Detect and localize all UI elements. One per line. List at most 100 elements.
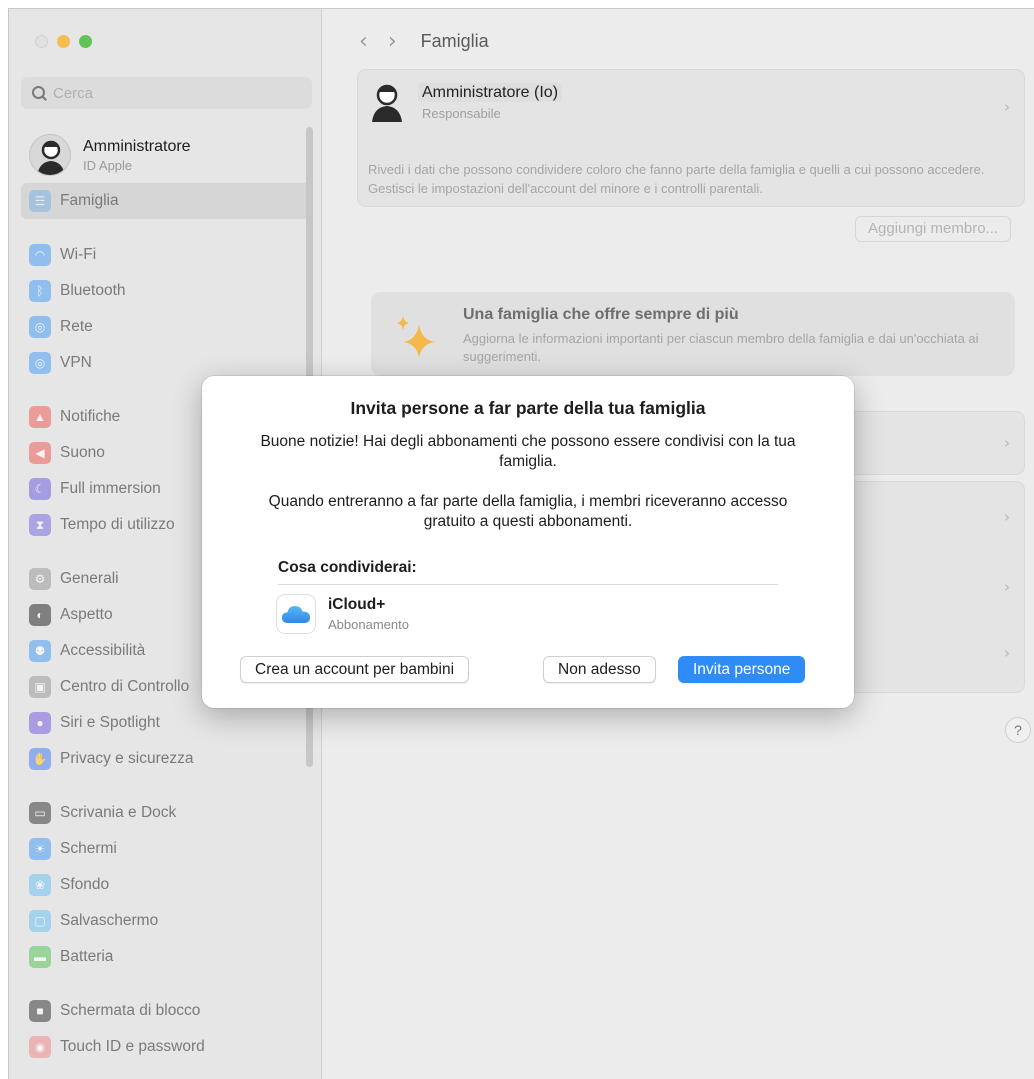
wallpaper-icon: ❀ — [29, 874, 51, 896]
chevron-right-icon[interactable]: › — [1004, 644, 1010, 662]
sidebar-item-privacy-e-sicurezza[interactable]: ✋ Privacy e sicurezza — [21, 741, 311, 777]
toolbar: ‹ › Famiglia — [323, 23, 489, 59]
sidebar-item-label: Schermata di blocco — [60, 1002, 201, 1019]
traffic-lights — [35, 35, 92, 48]
add-member-button[interactable]: Aggiungi membro... — [855, 216, 1012, 242]
chevron-right-icon[interactable]: › — [1004, 508, 1010, 526]
account-subtitle: ID Apple — [83, 157, 133, 173]
search-input[interactable] — [53, 84, 293, 102]
subscription-type: Abbonamento — [328, 617, 409, 632]
fingerprint-icon: ◉ — [29, 1036, 51, 1058]
minimize-window-button[interactable] — [57, 35, 70, 48]
page-title: Famiglia — [420, 30, 489, 51]
sidebar-item-label: Wi-Fi — [60, 246, 97, 263]
back-chevron-icon[interactable]: ‹ — [359, 29, 368, 54]
sidebar-item-schermi[interactable]: ☀ Schermi — [21, 831, 311, 867]
sidebar-item-salvaschermo[interactable]: ▢ Salvaschermo — [21, 903, 311, 939]
dialog-paragraph: Buone notizie! Hai degli abbonamenti che… — [260, 433, 796, 470]
sidebar-item-label: Siri e Spotlight — [60, 714, 160, 731]
sidebar-item-label: Aspetto — [60, 606, 113, 623]
dialog-title: Invita persone a far parte della tua fam… — [350, 398, 706, 418]
chevron-right-icon[interactable]: › — [1004, 578, 1010, 596]
sidebar-item-label: Generali — [60, 570, 119, 587]
promo-title: Una famiglia che offre sempre di più — [463, 306, 739, 323]
hourglass-icon: ⧗ — [29, 514, 51, 536]
promo-banner[interactable]: Una famiglia che offre sempre di più Agg… — [371, 292, 1015, 376]
sidebar-item-label: Salvaschermo — [60, 912, 159, 929]
sidebar-item-sfondo[interactable]: ❀ Sfondo — [21, 867, 311, 903]
apple-id-account[interactable]: Amministratore ID Apple — [29, 129, 191, 181]
sidebar-item-siri-e-spotlight[interactable]: ● Siri e Spotlight — [21, 705, 311, 741]
help-button[interactable]: ? — [1005, 717, 1031, 743]
lock-icon: ■ — [29, 1000, 51, 1022]
network-globe-icon: ◎ — [29, 316, 51, 338]
member-row[interactable]: Amministratore (Io) Responsabile — [370, 82, 563, 122]
dialog-paragraph: Quando entreranno a far parte della fami… — [268, 493, 788, 530]
not-now-button[interactable]: Non adesso — [543, 656, 656, 683]
sidebar-item-touch-id-e-password[interactable]: ◉ Touch ID e password — [21, 1029, 311, 1065]
sidebar-item-bluetooth[interactable]: ᛒ Bluetooth — [21, 273, 311, 309]
promo-text: Aggiorna le informazioni importanti per … — [463, 331, 979, 364]
chevron-right-icon[interactable]: › — [1004, 98, 1010, 116]
avatar — [29, 134, 71, 176]
sidebar-item-label: Accessibilità — [60, 642, 146, 659]
wifi-icon: ◠ — [29, 244, 51, 266]
sparkle-icon — [397, 316, 435, 358]
accessibility-icon: ⚉ — [29, 640, 51, 662]
family-description: Rivedi i dati che possono condividere co… — [368, 162, 985, 196]
vpn-globe-icon: ◎ — [29, 352, 51, 374]
appearance-icon: ◐ — [29, 604, 51, 626]
control-center-icon: ▣ — [29, 676, 51, 698]
sidebar-item-label: Tempo di utilizzo — [60, 516, 175, 533]
sidebar-item-wi-fi[interactable]: ◠ Wi-Fi — [21, 237, 311, 273]
sidebar-item-label: VPN — [60, 354, 92, 371]
gear-icon: ⚙ — [29, 568, 51, 590]
hand-icon: ✋ — [29, 748, 51, 770]
sidebar-item-label: Famiglia — [60, 192, 119, 209]
family-members-card: Amministratore (Io) Responsabile › Rived… — [357, 69, 1025, 207]
battery-icon: ▬ — [29, 946, 51, 968]
sidebar-item-label: Notifiche — [60, 408, 121, 425]
sidebar-item-label: Centro di Controllo — [60, 678, 190, 695]
sidebar-item-scrivania-e-dock[interactable]: ▭ Scrivania e Dock — [21, 795, 311, 831]
member-name: Amministratore (Io) — [418, 82, 563, 102]
screensaver-icon: ▢ — [29, 910, 51, 932]
member-avatar-icon — [370, 82, 404, 122]
sidebar-item-batteria[interactable]: ▬ Batteria — [21, 939, 311, 975]
speaker-icon: ◀ — [29, 442, 51, 464]
siri-icon: ● — [29, 712, 51, 734]
moon-icon: ☾ — [29, 478, 51, 500]
sidebar-item-label: Rete — [60, 318, 93, 335]
sidebar-item-label: Sfondo — [60, 876, 110, 893]
sidebar-item-rete[interactable]: ◎ Rete — [21, 309, 311, 345]
divider — [278, 584, 778, 585]
sidebar-item-label: Schermi — [60, 840, 117, 857]
create-child-account-button[interactable]: Crea un account per bambini — [240, 656, 470, 683]
sidebar-item-famiglia[interactable]: ☰ Famiglia — [21, 183, 311, 219]
dock-icon: ▭ — [29, 802, 51, 824]
close-window-button[interactable] — [35, 35, 48, 48]
search-field[interactable] — [21, 77, 312, 109]
family-icon: ☰ — [29, 190, 51, 212]
share-heading: Cosa condividerai: — [278, 559, 417, 576]
chevron-right-icon[interactable]: › — [1004, 434, 1010, 452]
account-name: Amministratore — [83, 137, 191, 155]
bluetooth-icon: ᛒ — [29, 280, 51, 302]
person-silhouette-icon — [37, 140, 65, 175]
sidebar-item-label: Scrivania e Dock — [60, 804, 177, 821]
sidebar-item-schermata-di-blocco[interactable]: ■ Schermata di blocco — [21, 993, 311, 1029]
invite-people-button[interactable]: Invita persone — [678, 656, 806, 683]
icloud-icon — [276, 594, 316, 634]
sidebar-item-label: Suono — [60, 444, 105, 461]
member-role: Responsabile — [422, 105, 501, 121]
subscription-name: iCloud+ — [328, 596, 386, 613]
sidebar-item-label: Touch ID e password — [60, 1038, 205, 1055]
invite-family-dialog: Invita persone a far parte della tua fam… — [202, 376, 854, 708]
forward-chevron-icon[interactable]: › — [388, 29, 397, 54]
sun-icon: ☀ — [29, 838, 51, 860]
zoom-window-button[interactable] — [79, 35, 92, 48]
shared-subscription-item: iCloud+ Abbonamento — [276, 594, 409, 634]
sidebar-item-label: Batteria — [60, 948, 114, 965]
